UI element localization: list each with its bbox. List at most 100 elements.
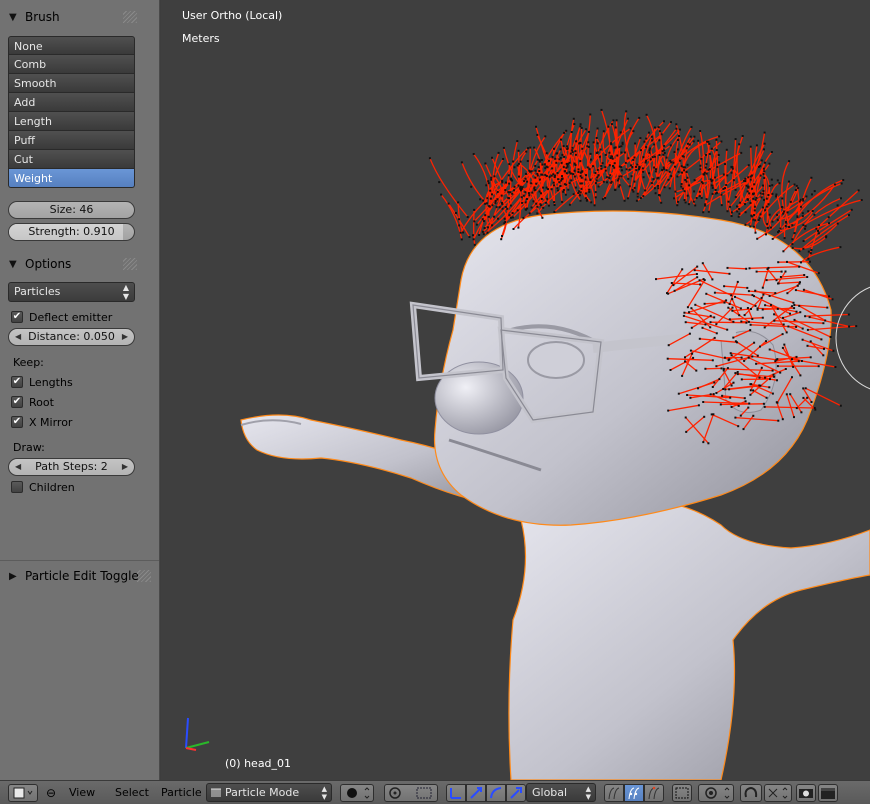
path-steps-field[interactable]: ◀ Path Steps: 2 ▶ — [8, 458, 135, 476]
brush-item-weight[interactable]: Weight — [8, 169, 135, 188]
updown-arrows-icon: ▲ ▼ — [122, 283, 129, 301]
mode-value: Particle Mode — [225, 786, 300, 799]
cube-view-icon — [13, 787, 33, 799]
keep-label: Keep: — [13, 356, 44, 369]
brush-list: None Comb Smooth Add Length Puff Cut Weight — [8, 36, 135, 188]
particle-edit-toggle-header[interactable]: ▶ Particle Edit Toggle — [0, 566, 159, 586]
panel-grip-icon[interactable] — [123, 258, 137, 270]
deflect-emitter-checkbox[interactable]: ✔ Deflect emitter — [11, 309, 112, 325]
deflect-emitter-label: Deflect emitter — [29, 310, 113, 324]
brush-panel-header[interactable]: ▼ Brush — [0, 7, 159, 27]
options-panel-title: Options — [25, 257, 72, 271]
character-scene — [185, 108, 870, 780]
x-mirror-label: X Mirror — [29, 415, 73, 429]
lengths-label: Lengths — [29, 375, 73, 389]
editor-type-button[interactable] — [8, 784, 38, 802]
decrement-arrow-icon[interactable]: ◀ — [15, 329, 21, 345]
checkbox-empty-icon — [11, 481, 23, 493]
root-label: Root — [29, 395, 54, 409]
snap-button[interactable] — [740, 784, 762, 802]
strength-label: Strength: 0.910 — [28, 225, 115, 238]
pivot-icon — [389, 787, 432, 799]
increment-arrow-icon[interactable]: ▶ — [122, 459, 128, 475]
x-mirror-checkbox[interactable]: ✔ X Mirror — [11, 414, 72, 430]
brush-item-none[interactable]: None — [8, 36, 135, 55]
pivot-point-button[interactable] — [384, 784, 438, 802]
arrow-icon — [470, 787, 482, 799]
manipulator-toggle[interactable] — [446, 784, 466, 802]
axis-gizmo — [185, 717, 210, 751]
size-label: Size: 46 — [49, 203, 94, 216]
comb-icon — [210, 785, 222, 804]
viewport-shading-button[interactable] — [340, 784, 374, 802]
brush-item-cut[interactable]: Cut — [8, 150, 135, 169]
3d-viewport[interactable]: User Ortho (Local) Meters (0) head_01 — [161, 0, 870, 780]
path-steps-label: Path Steps: 2 — [35, 460, 108, 473]
panel-grip-icon[interactable] — [137, 570, 151, 582]
snap-element-button[interactable] — [764, 784, 792, 802]
options-panel-header[interactable]: ▼ Options — [0, 254, 159, 274]
children-checkbox[interactable]: Children — [11, 479, 75, 495]
orientation-dropdown[interactable]: Global ▲ ▼ — [526, 783, 596, 802]
clapperboard-icon — [821, 788, 835, 799]
render-animation-button[interactable] — [818, 784, 838, 802]
proportional-edit-button[interactable] — [698, 784, 734, 802]
panel-divider — [0, 560, 159, 561]
render-opengl-button[interactable] — [796, 784, 816, 802]
dotted-square-icon — [675, 787, 689, 799]
tip-mode-icon — [648, 786, 660, 800]
collapse-triangle-icon: ▼ — [9, 258, 17, 270]
scale-icon — [510, 787, 522, 799]
rotate-manipulator[interactable] — [486, 784, 506, 802]
brush-item-puff[interactable]: Puff — [8, 131, 135, 150]
camera-icon — [799, 789, 813, 798]
brush-item-length[interactable]: Length — [8, 112, 135, 131]
scale-manipulator[interactable] — [506, 784, 526, 802]
body-mesh — [508, 499, 870, 780]
strength-slider[interactable]: Strength: 0.910 — [8, 223, 135, 241]
select-mode-path[interactable] — [604, 784, 624, 802]
menu-select[interactable]: Select — [115, 785, 149, 801]
view-name-label: User Ortho (Local) — [182, 9, 283, 22]
select-mode-tip[interactable] — [644, 784, 664, 802]
menu-particle[interactable]: Particle — [161, 785, 202, 801]
limit-selection-button[interactable] — [672, 784, 692, 802]
panel-grip-icon[interactable] — [123, 11, 137, 23]
rotate-arc-icon — [490, 787, 502, 799]
size-slider[interactable]: Size: 46 — [8, 201, 135, 219]
expand-triangle-icon: ▶ — [9, 570, 17, 582]
checkmark-icon: ✔ — [11, 311, 23, 323]
checkmark-icon: ✔ — [11, 396, 23, 408]
root-checkbox[interactable]: ✔ Root — [11, 394, 54, 410]
units-label: Meters — [182, 32, 220, 45]
children-label: Children — [29, 480, 75, 494]
path-mode-icon — [608, 787, 620, 800]
snap-target-icon — [768, 787, 788, 799]
brush-item-comb[interactable]: Comb — [8, 55, 135, 74]
particle-edit-toggle-title: Particle Edit Toggle — [25, 569, 139, 583]
draw-label: Draw: — [13, 441, 45, 454]
select-mode-point[interactable] — [624, 784, 644, 802]
updown-arrows-icon: ▲ ▼ — [321, 785, 327, 801]
updown-arrows-icon: ▲ ▼ — [585, 785, 591, 801]
checkmark-icon: ✔ — [11, 416, 23, 428]
object-name-label: (0) head_01 — [225, 757, 292, 770]
menu-view[interactable]: View — [69, 785, 95, 801]
brush-item-smooth[interactable]: Smooth — [8, 74, 135, 93]
edit-type-dropdown[interactable]: Particles ▲ ▼ — [8, 282, 135, 302]
brush-cursor-circle — [835, 286, 870, 390]
orientation-value: Global — [532, 786, 568, 799]
lengths-checkbox[interactable]: ✔ Lengths — [11, 374, 73, 390]
collapse-menu-icon[interactable]: ⊖ — [46, 785, 56, 801]
increment-arrow-icon[interactable]: ▶ — [122, 329, 128, 345]
distance-field[interactable]: ◀ Distance: 0.050 ▶ — [8, 328, 135, 346]
collapse-triangle-icon: ▼ — [9, 11, 17, 23]
mode-dropdown[interactable]: Particle Mode ▲ ▼ — [206, 783, 332, 802]
translate-manipulator[interactable] — [466, 784, 486, 802]
decrement-arrow-icon[interactable]: ◀ — [15, 459, 21, 475]
3d-view-header: ⊖ View Select Particle Particle Mode ▲▼ — [0, 780, 870, 804]
tool-shelf: ▼ Brush None Comb Smooth Add Length Puff Cut We… — [0, 0, 160, 780]
manipulator-icon — [450, 788, 461, 799]
brush-item-add[interactable]: Add — [8, 93, 135, 112]
brush-panel-title: Brush — [25, 10, 60, 24]
